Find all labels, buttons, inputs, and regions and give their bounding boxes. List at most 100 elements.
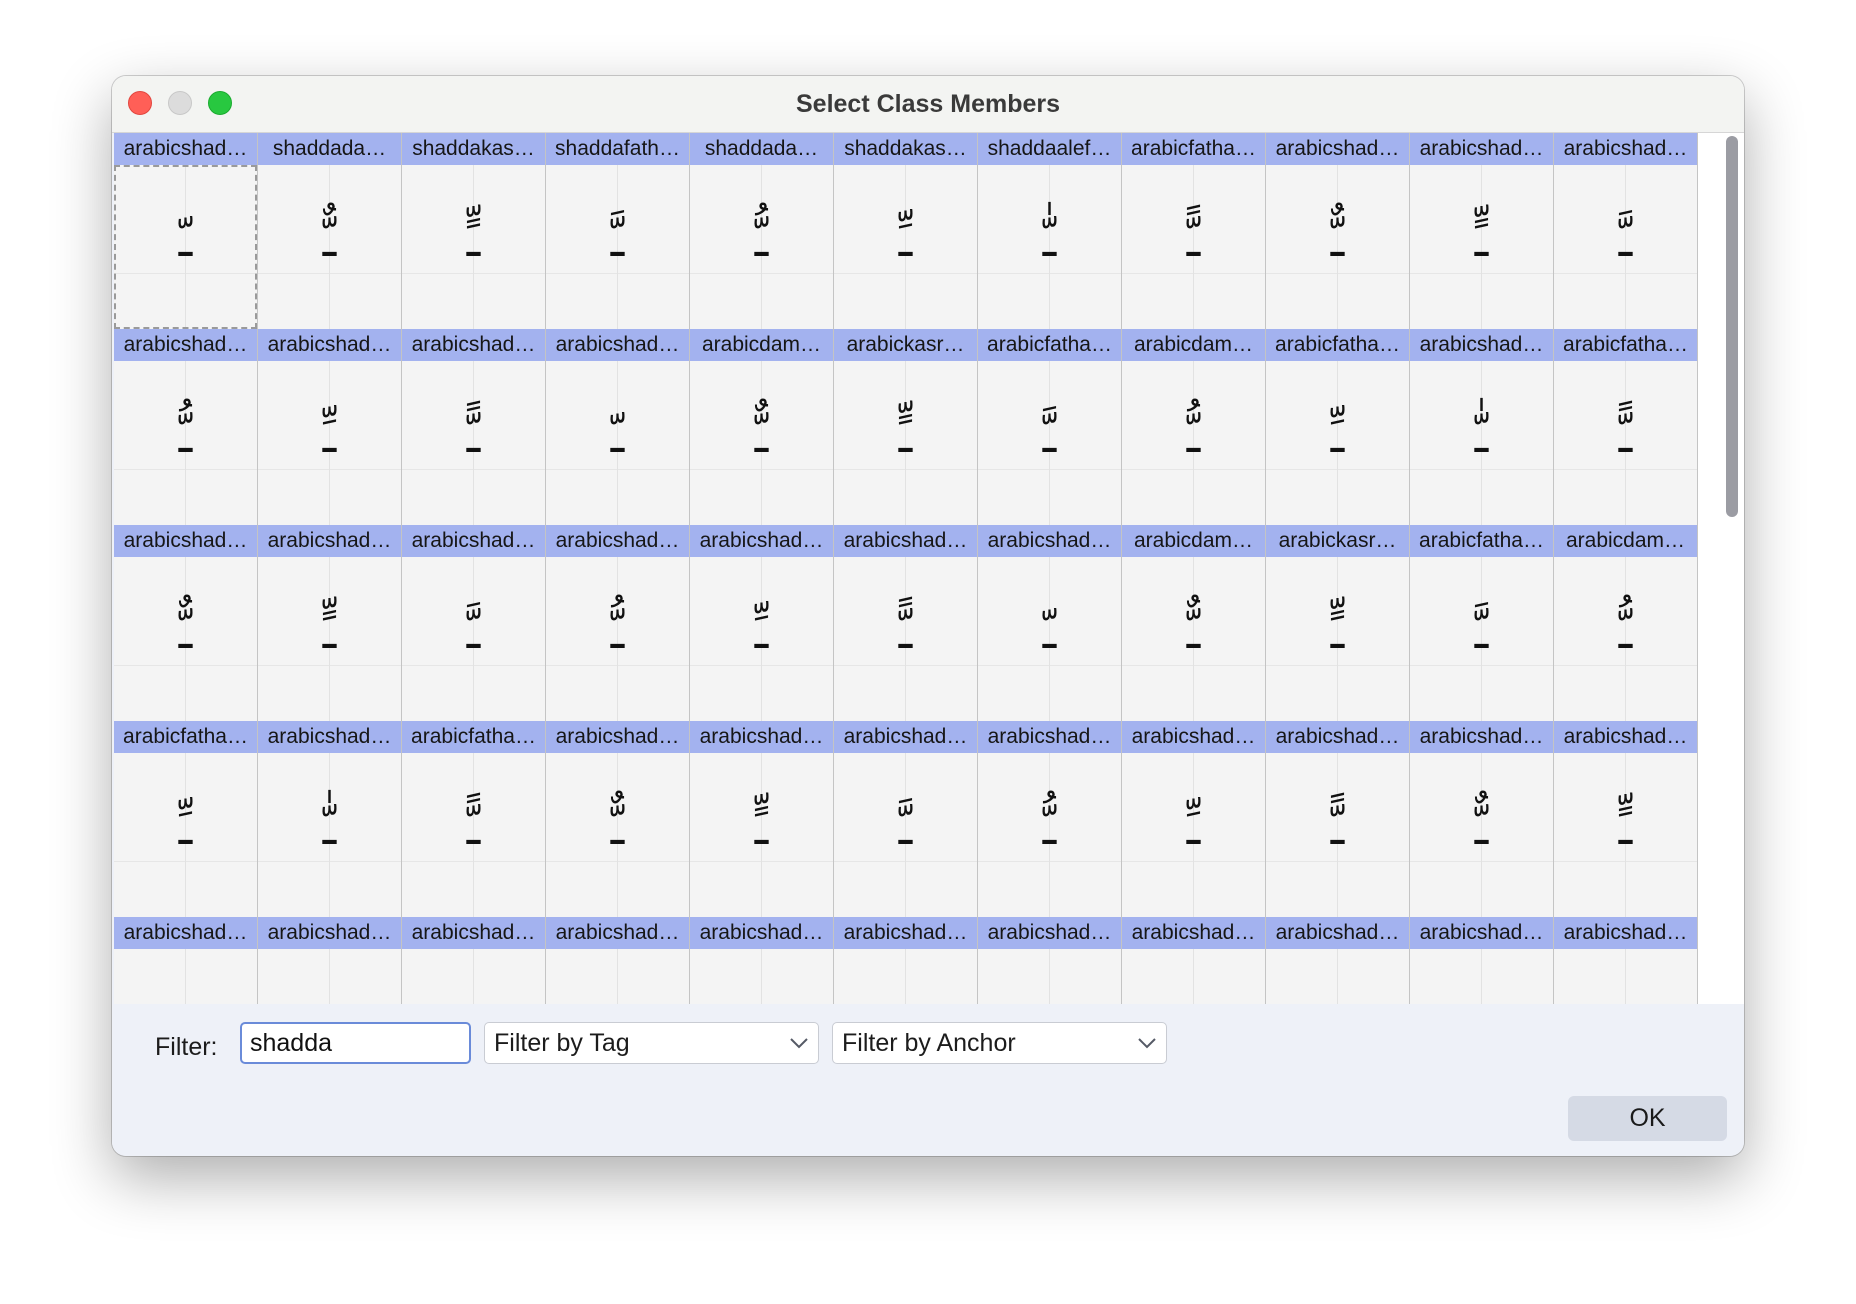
glyph-cell[interactable]: arabicfatha… ـَّ	[978, 329, 1122, 525]
zoom-button[interactable]	[208, 91, 232, 115]
chevron-down-icon	[1138, 1038, 1156, 1049]
glyph-preview-box: ـًّ	[1122, 165, 1265, 329]
glyph-cell[interactable]: arabicshad… ـٌّ	[1410, 721, 1554, 917]
glyph-preview-box	[978, 949, 1121, 1004]
ok-button[interactable]: OK	[1568, 1096, 1727, 1141]
glyph-cell[interactable]: arabicshad…	[978, 917, 1122, 1004]
glyph-name-label: shaddakas…	[402, 133, 545, 165]
glyph-name-label: shaddada…	[258, 133, 401, 165]
glyph-cell[interactable]: arabicshad… ـّٰ	[258, 721, 402, 917]
glyph-preview: ـٍّ	[1330, 605, 1345, 659]
glyph-cell[interactable]: arabicfatha… ـَّ	[1410, 525, 1554, 721]
glyph-cell[interactable]: arabicshad… ـًّ	[1266, 721, 1410, 917]
glyph-cell[interactable]: arabicshad… ـِّ	[258, 329, 402, 525]
window-title: Select Class Members	[795, 90, 1061, 118]
glyph-cell[interactable]: arabicshad… ـّ	[978, 525, 1122, 721]
glyph-name-label: shaddaalef…	[978, 133, 1121, 165]
glyph-cell[interactable]: arabicfatha… ـِّ	[1266, 329, 1410, 525]
glyph-cell[interactable]: arabicshad… ـِّ	[690, 525, 834, 721]
glyph-cell[interactable]: arabicshad… ـٍّ	[258, 525, 402, 721]
glyph-preview-box: ـٍّ	[690, 753, 833, 917]
glyph-cell[interactable]: arabicshad…	[114, 917, 258, 1004]
glyph-cell[interactable]: arabicshad…	[1410, 917, 1554, 1004]
glyph-cell[interactable]: arabicshad…	[402, 917, 546, 1004]
filter-by-anchor-dropdown[interactable]: Filter by Anchor	[832, 1022, 1167, 1064]
glyph-cell[interactable]: arabicdam… ـُّ	[1122, 329, 1266, 525]
glyph-cell[interactable]: shaddada… ـُّ	[690, 133, 834, 329]
glyph-name-label: arabicshad…	[1266, 133, 1409, 165]
glyph-cell[interactable]: arabicfatha… ـًّ	[402, 721, 546, 917]
glyph-cell[interactable]: arabicshad… ـٌّ	[1266, 133, 1410, 329]
glyph-preview: ـّ	[178, 213, 193, 267]
glyph-cell[interactable]: shaddakas… ـٍّ	[402, 133, 546, 329]
glyph-preview: ـِّ	[178, 801, 193, 855]
glyph-cell[interactable]: arabicdam… ـٌّ	[690, 329, 834, 525]
glyph-preview-box: ـّ	[114, 165, 257, 329]
glyph-cell[interactable]: arabicfatha… ـًّ	[1122, 133, 1266, 329]
glyph-cell[interactable]: arabicshad…	[1554, 917, 1698, 1004]
glyph-cell[interactable]: arabicfatha… ـًّ	[1554, 329, 1698, 525]
glyph-cell[interactable]: arabicshad… ـُّ	[546, 525, 690, 721]
glyph-cell[interactable]: arabickasr… ـٍّ	[834, 329, 978, 525]
glyph-cell[interactable]: shaddakas… ـِّ	[834, 133, 978, 329]
glyph-name-label: arabicdam…	[690, 329, 833, 361]
glyph-cell[interactable]: arabicshad… ـٌّ	[114, 525, 258, 721]
glyph-cell[interactable]: arabicshad… ـَّ	[402, 525, 546, 721]
glyph-preview-box: ـًّ	[1554, 361, 1697, 525]
glyph-cell[interactable]: arabicshad… ـٍّ	[690, 721, 834, 917]
glyph-cell[interactable]: arabicshad…	[1122, 917, 1266, 1004]
glyph-cell[interactable]: arabicdam… ـٌّ	[1122, 525, 1266, 721]
glyph-cell[interactable]: arabicshad… ـٌّ	[546, 721, 690, 917]
chevron-down-icon	[790, 1038, 808, 1049]
glyph-preview-box: ـّٰ	[258, 753, 401, 917]
glyph-cell[interactable]: arabicshad… ـّٰ	[1410, 329, 1554, 525]
glyph-preview: ـٌّ	[610, 801, 625, 855]
glyph-cell[interactable]: arabicshad…	[690, 917, 834, 1004]
glyph-cell[interactable]: arabicshad… ـَّ	[834, 721, 978, 917]
glyph-preview-box: ـُّ	[978, 753, 1121, 917]
glyph-cell[interactable]: shaddaalef… ـّٰ	[978, 133, 1122, 329]
glyph-cell[interactable]: arabicshad… ـٍّ	[1554, 721, 1698, 917]
glyph-preview: ـٌّ	[754, 409, 769, 463]
glyph-cell[interactable]: arabicshad… ـِّ	[1122, 721, 1266, 917]
glyph-preview-box: ـَّ	[1554, 165, 1697, 329]
glyph-cell[interactable]: arabicdam… ـُّ	[1554, 525, 1698, 721]
glyph-preview-box: ـِّ	[834, 165, 977, 329]
glyph-preview: ـُّ	[1042, 801, 1057, 855]
glyph-cell[interactable]: arabickasr… ـٍّ	[1266, 525, 1410, 721]
glyph-cell[interactable]: arabicshad… ـّ	[114, 133, 258, 329]
glyph-cell[interactable]: arabicshad… ـُّ	[978, 721, 1122, 917]
close-button[interactable]	[128, 91, 152, 115]
filter-input[interactable]	[240, 1022, 471, 1064]
glyph-name-label: shaddakas…	[834, 133, 977, 165]
glyph-cell[interactable]: arabicshad…	[1266, 917, 1410, 1004]
glyph-preview: ـّٰ	[322, 801, 337, 855]
glyph-cell[interactable]: arabicshad… ـٍّ	[1410, 133, 1554, 329]
glyph-cell[interactable]: shaddafath… ـَّ	[546, 133, 690, 329]
glyph-name-label: arabicshad…	[978, 917, 1121, 949]
filter-by-tag-dropdown[interactable]: Filter by Tag	[484, 1022, 819, 1064]
glyph-name-label: arabicshad…	[114, 329, 257, 361]
glyph-cell[interactable]: arabicshad…	[546, 917, 690, 1004]
glyph-name-label: arabicshad…	[258, 917, 401, 949]
glyph-preview: ـٌّ	[1474, 801, 1489, 855]
glyph-cell[interactable]: arabicshad… ـُّ	[114, 329, 258, 525]
glyph-preview: ـًّ	[1618, 409, 1633, 463]
glyph-cell[interactable]: arabicshad… ـّ	[546, 329, 690, 525]
glyph-name-label: arabicshad…	[690, 721, 833, 753]
glyph-cell[interactable]: arabicshad… ـَّ	[1554, 133, 1698, 329]
glyph-cell[interactable]: arabicfatha… ـِّ	[114, 721, 258, 917]
filter-label: Filter:	[155, 1033, 218, 1061]
glyph-name-label: arabicdam…	[1122, 329, 1265, 361]
glyph-preview-box: ـَّ	[834, 753, 977, 917]
glyph-preview-box	[402, 949, 545, 1004]
glyph-name-label: arabickasr…	[1266, 525, 1409, 557]
glyph-cell[interactable]: arabicshad…	[258, 917, 402, 1004]
glyph-cell[interactable]: arabicshad…	[834, 917, 978, 1004]
glyph-cell[interactable]: arabicshad… ـًّ	[834, 525, 978, 721]
glyph-preview: ـّٰ	[1474, 409, 1489, 463]
glyph-cell[interactable]: shaddada… ـٌّ	[258, 133, 402, 329]
glyph-preview-box: ـُّ	[114, 361, 257, 525]
glyph-cell[interactable]: arabicshad… ـًّ	[402, 329, 546, 525]
vertical-scrollbar[interactable]	[1726, 136, 1738, 517]
